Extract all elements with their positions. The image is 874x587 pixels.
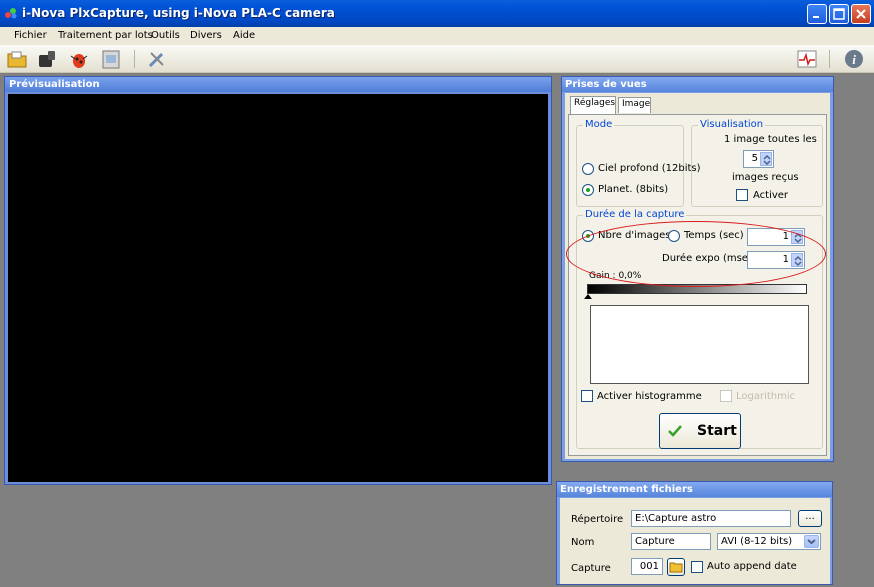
logarithmic-checkbox[interactable] <box>720 390 732 402</box>
activer-histogramme-label: Activer histogramme <box>597 391 702 402</box>
folder-icon <box>669 562 683 573</box>
film-icon[interactable] <box>100 48 122 70</box>
capture-number-input[interactable]: 001 <box>631 558 663 575</box>
visualisation-line2: images reçus <box>732 172 799 183</box>
capture-panel-title: Prises de vues <box>562 77 833 92</box>
gain-slider-thumb[interactable] <box>584 294 592 300</box>
save-panel: Enregistrement fichiers Répertoire E:\Ca… <box>556 481 833 585</box>
capture-label: Capture <box>571 563 611 574</box>
visualisation-legend: Visualisation <box>698 119 766 130</box>
visualisation-spinner[interactable]: 5 <box>743 150 774 168</box>
visualisation-value: 5 <box>751 153 758 164</box>
chevron-down-icon[interactable] <box>804 535 819 548</box>
svg-text:i: i <box>852 52 856 67</box>
logarithmic-label: Logarithmic <box>736 391 796 402</box>
mode-legend: Mode <box>583 119 615 130</box>
nom-label: Nom <box>571 537 595 548</box>
preview-pane: Prévisualisation <box>4 76 552 485</box>
checkmark-icon <box>668 425 682 437</box>
menu-aide[interactable]: Aide <box>233 30 255 41</box>
highlight-ellipse <box>566 221 826 287</box>
duree-legend: Durée de la capture <box>583 209 687 220</box>
folder-icon[interactable] <box>6 48 28 70</box>
auto-append-checkbox[interactable] <box>691 561 703 573</box>
radio-ciel-profond[interactable] <box>582 163 594 175</box>
camera-icon[interactable] <box>36 48 58 70</box>
toolbar-separator <box>134 50 135 68</box>
menu-traitement-par-lots[interactable]: Traitement par lots <box>58 30 153 41</box>
histogram-box <box>590 305 809 384</box>
format-value: AVI (8-12 bits) <box>721 536 793 547</box>
activer-checkbox[interactable] <box>736 189 748 201</box>
open-folder-button[interactable] <box>667 558 685 576</box>
activer-label: Activer <box>753 190 789 201</box>
start-button[interactable]: Start <box>659 413 741 449</box>
menu-outils[interactable]: Outils <box>151 30 180 41</box>
auto-append-label: Auto append date <box>707 561 797 572</box>
activer-histogramme-checkbox[interactable] <box>581 390 593 402</box>
tools-icon[interactable] <box>146 48 168 70</box>
spinner-arrows-icon[interactable] <box>760 152 772 166</box>
menu-divers[interactable]: Divers <box>190 30 222 41</box>
tab-image[interactable]: Image <box>618 97 651 113</box>
radio-planet[interactable] <box>582 184 594 196</box>
label-ciel-profond: Ciel profond (12bits) <box>598 163 701 174</box>
visualisation-group: Visualisation 1 image toutes les 5 image… <box>691 119 823 207</box>
start-label: Start <box>697 423 737 439</box>
graph-icon[interactable] <box>796 48 818 70</box>
maximize-icon[interactable] <box>829 4 849 24</box>
toolbar: i <box>0 45 874 73</box>
info-icon[interactable]: i <box>843 48 865 70</box>
repertoire-label: Répertoire <box>571 514 624 525</box>
preview-title: Prévisualisation <box>5 77 551 92</box>
format-select[interactable]: AVI (8-12 bits) <box>717 533 821 550</box>
browse-button[interactable]: ... <box>798 510 822 527</box>
nom-input[interactable]: Capture <box>631 533 711 550</box>
tab-reglages[interactable]: Réglages <box>570 96 616 114</box>
minimize-icon[interactable] <box>807 4 827 24</box>
visualisation-line1: 1 image toutes les <box>724 134 817 145</box>
toolbar-separator <box>829 50 830 68</box>
mode-group: Mode Ciel profond (12bits) Planet. (8bit… <box>576 119 701 207</box>
app-icon <box>5 8 17 19</box>
menu-fichier[interactable]: Fichier <box>14 30 47 41</box>
repertoire-input[interactable]: E:\Capture astro <box>631 510 791 527</box>
preview-screen <box>8 94 548 482</box>
close-icon[interactable] <box>851 4 871 24</box>
save-panel-title: Enregistrement fichiers <box>557 482 832 497</box>
bug-icon[interactable] <box>68 48 90 70</box>
title-bar: i-Nova PlxCapture, using i-Nova PLA-C ca… <box>0 0 874 27</box>
menu-bar: Fichier Traitement par lots Outils Diver… <box>0 27 874 45</box>
window-title: i-Nova PlxCapture, using i-Nova PLA-C ca… <box>22 6 335 20</box>
label-planet: Planet. (8bits) <box>598 184 669 195</box>
